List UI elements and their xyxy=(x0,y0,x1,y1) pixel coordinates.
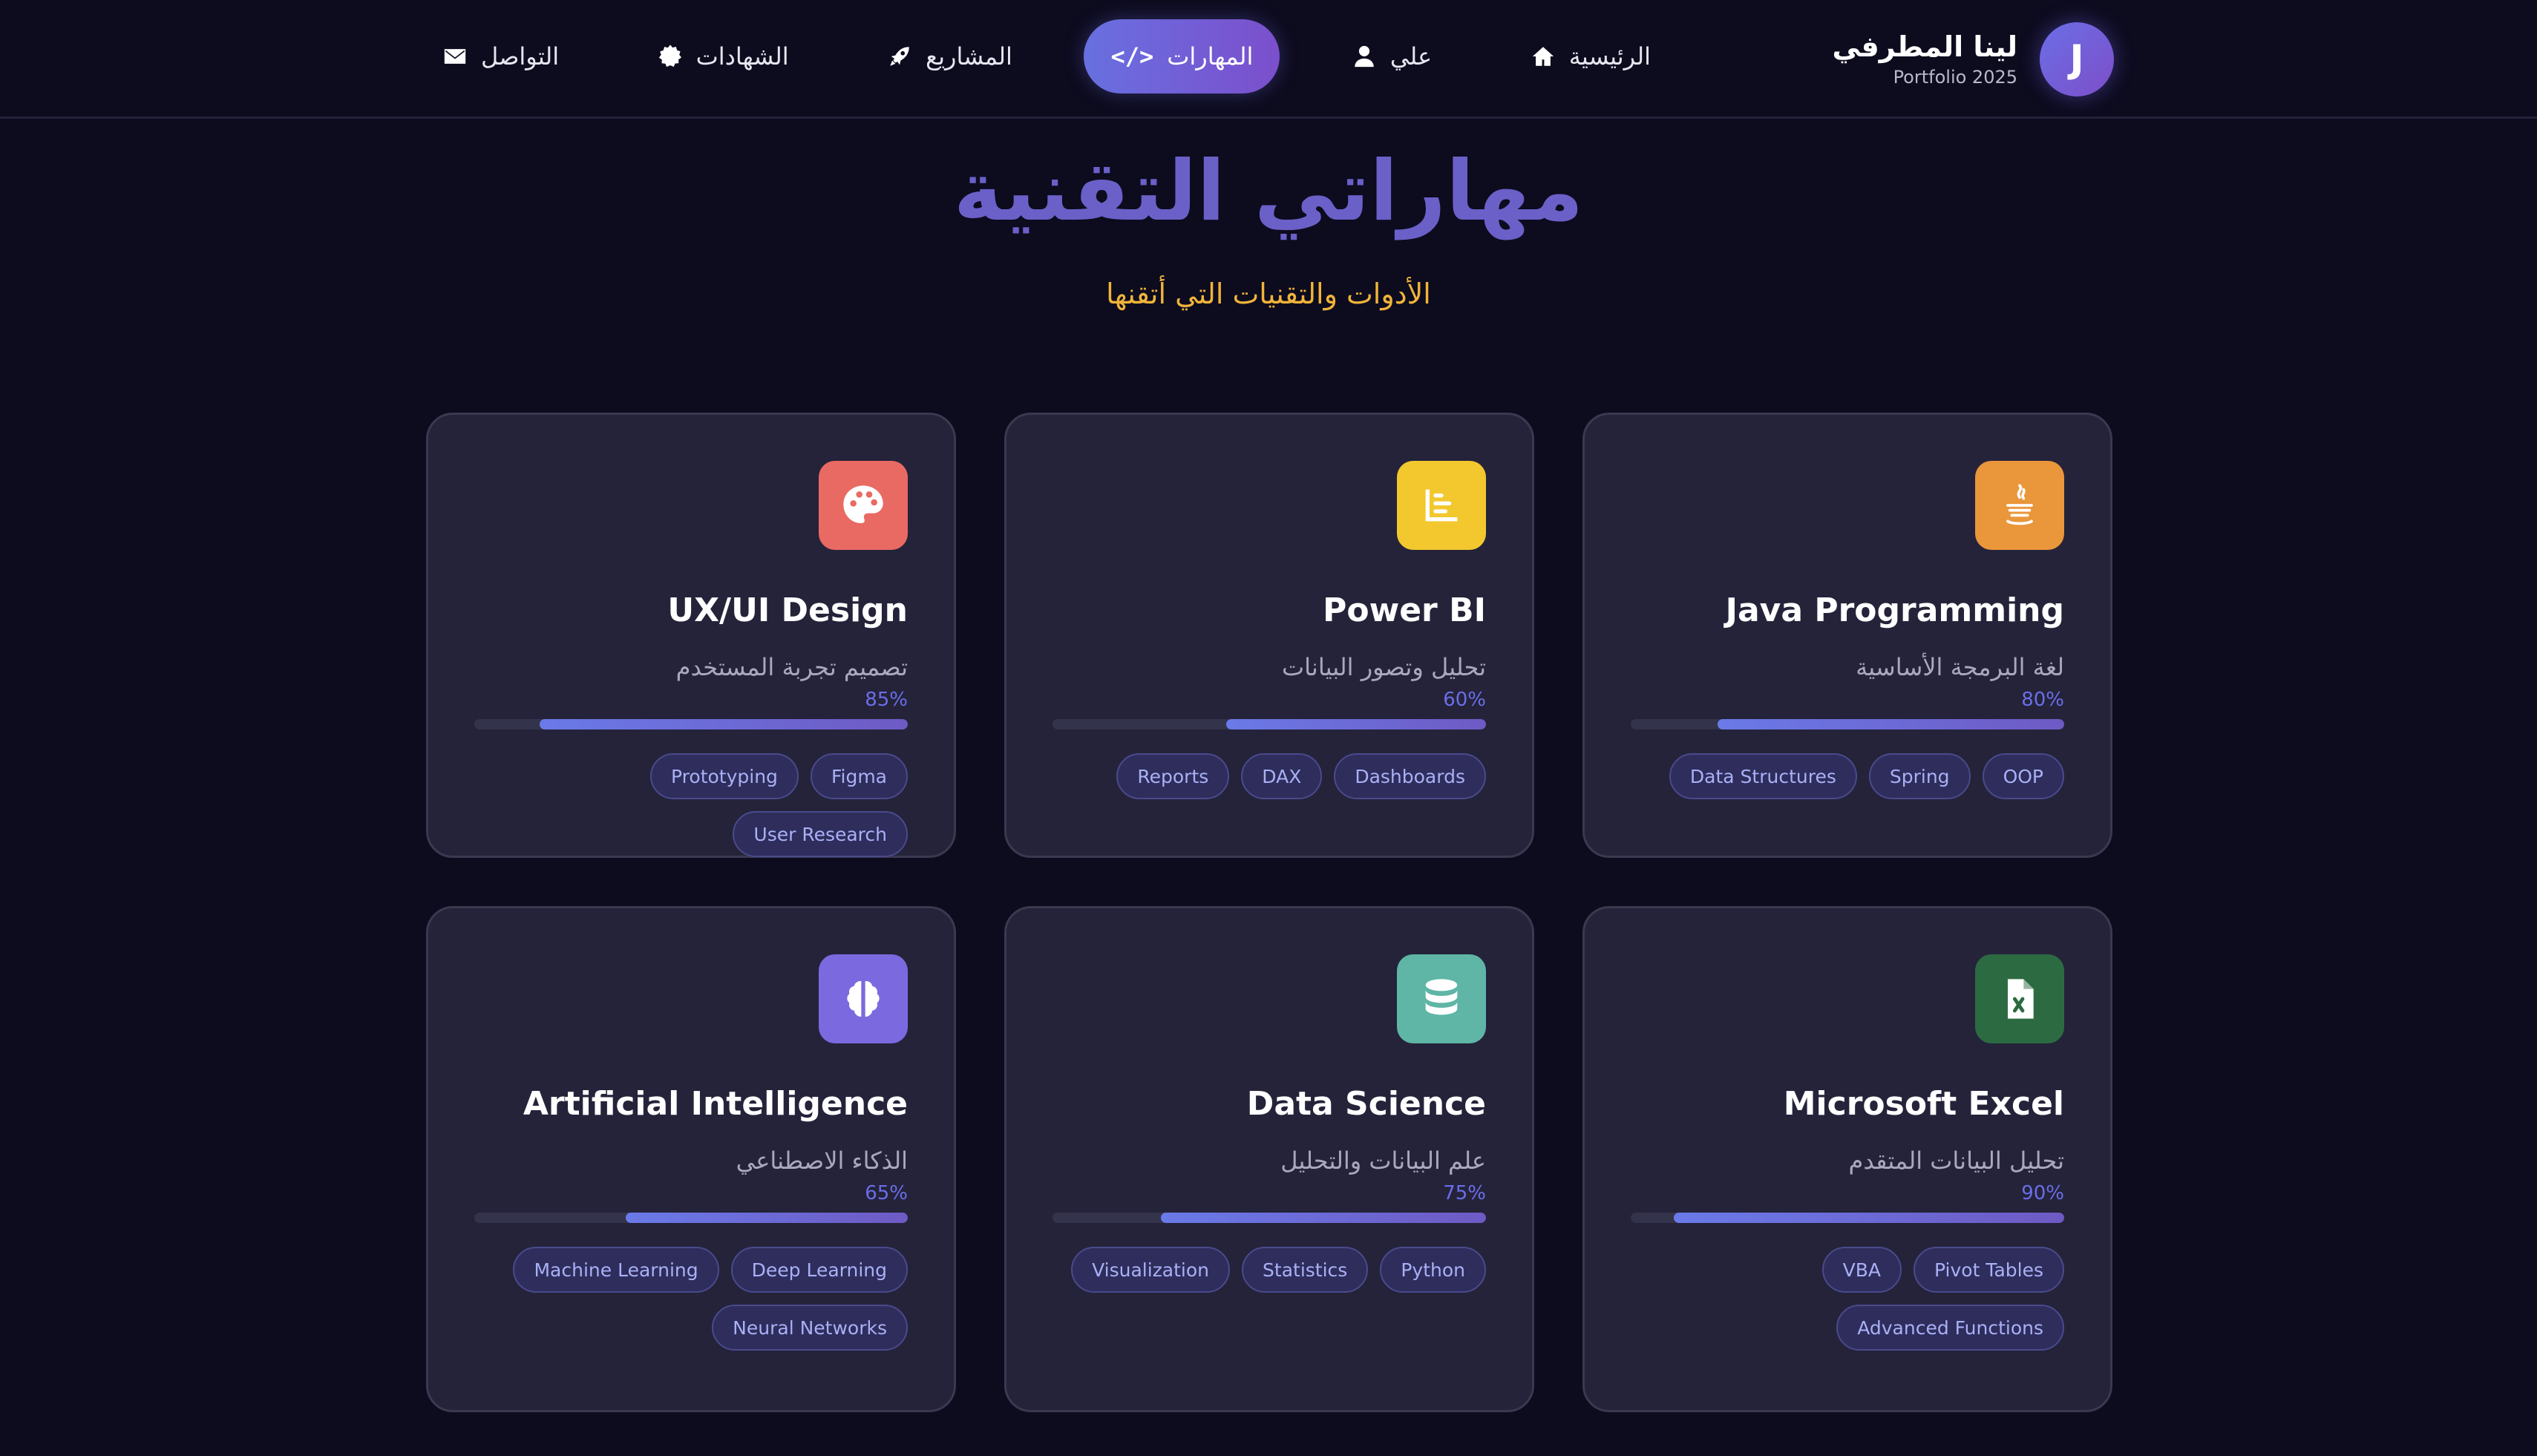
nav-item-projects[interactable]: المشاريع xyxy=(860,19,1039,94)
section-title: مهاراتي التقنية xyxy=(953,143,1584,240)
skill-title: Java Programming xyxy=(1725,591,2064,629)
home-icon xyxy=(1532,47,1554,66)
palette-icon xyxy=(819,461,908,550)
skill-tag: OOP xyxy=(1982,753,2064,799)
skill-tag: Data Structures xyxy=(1669,753,1857,799)
skills-grid: Java Programming لغة البرمجة الأساسية 80… xyxy=(426,413,2112,1412)
skill-progress-bar xyxy=(474,719,908,729)
skill-progress-bar xyxy=(1631,1213,2064,1223)
skill-tags: Dashboards DAX Reports xyxy=(1053,753,1486,799)
rocket-icon xyxy=(890,47,909,66)
skill-progress-bar xyxy=(474,1213,908,1223)
skill-percent: 60% xyxy=(1443,689,1486,711)
skill-tag: Pivot Tables xyxy=(1914,1247,2064,1293)
skill-tag: Deep Learning xyxy=(730,1247,908,1293)
nav-item-certificates[interactable]: الشهادات xyxy=(631,19,816,94)
skill-percent: 75% xyxy=(1443,1182,1486,1204)
nav-item-skills[interactable]: </> المهارات xyxy=(1084,19,1280,94)
java-icon xyxy=(1975,461,2064,550)
skill-percent: 90% xyxy=(2021,1182,2064,1204)
skill-tags: Pivot Tables VBA Advanced Functions xyxy=(1631,1247,2064,1351)
skill-tags: OOP Spring Data Structures xyxy=(1631,753,2064,799)
skill-tag: Machine Learning xyxy=(513,1247,719,1293)
skill-description: تصميم تجربة المستخدم xyxy=(675,653,908,681)
skill-tag: Visualization xyxy=(1071,1247,1231,1293)
chart-icon xyxy=(1397,461,1486,550)
skill-percent: 80% xyxy=(2021,689,2064,711)
skill-progress-bar xyxy=(1053,1213,1486,1223)
brand-avatar: J xyxy=(2040,22,2114,96)
skill-tag: Prototyping xyxy=(650,753,799,799)
skill-card-excel[interactable]: Microsoft Excel تحليل البيانات المتقدم 9… xyxy=(1582,906,2112,1412)
certificate-icon xyxy=(658,45,681,68)
skill-card-uxui[interactable]: UX/UI Design تصميم تجربة المستخدم 85% Fi… xyxy=(426,413,956,858)
skill-percent: 85% xyxy=(865,689,908,711)
skill-title: Power BI xyxy=(1323,591,1486,629)
brain-icon xyxy=(819,954,908,1043)
skill-tag: Figma xyxy=(810,753,908,799)
skill-description: تحليل البيانات المتقدم xyxy=(1848,1147,2064,1175)
nav-item-home[interactable]: الرئيسية xyxy=(1504,19,1677,94)
skill-tag: Spring xyxy=(1868,753,1971,799)
skill-description: الذكاء الاصطناعي xyxy=(736,1147,908,1175)
skill-title: Data Science xyxy=(1246,1085,1486,1123)
top-navbar: J لينا المطرفي Portfolio 2025 الرئيسية ع… xyxy=(0,0,2537,119)
skill-description: لغة البرمجة الأساسية xyxy=(1856,653,2064,681)
skill-title: Microsoft Excel xyxy=(1783,1085,2064,1123)
section-subtitle: الأدوات والتقنيات التي أتقنها xyxy=(1106,278,1431,310)
skill-tags: Deep Learning Machine Learning Neural Ne… xyxy=(474,1247,908,1351)
skill-card-ai[interactable]: Artificial Intelligence الذكاء الاصطناعي… xyxy=(426,906,956,1412)
main-nav: الرئيسية علي </> المهارات المشاريع الشها… xyxy=(416,18,1677,95)
brand-text: لينا المطرفي Portfolio 2025 xyxy=(1832,29,2017,90)
skill-tag: Reports xyxy=(1116,753,1230,799)
skill-progress-bar xyxy=(1631,719,2064,729)
skill-title: Artificial Intelligence xyxy=(523,1085,908,1123)
skill-tags: Figma Prototyping User Research xyxy=(474,753,908,857)
skill-tag: Advanced Functions xyxy=(1836,1305,2064,1351)
brand-name: لينا المطرفي xyxy=(1832,30,2017,63)
skill-percent: 65% xyxy=(865,1182,908,1204)
nav-label-certificates: الشهادات xyxy=(695,42,789,70)
nav-label-skills: المهارات xyxy=(1167,42,1254,70)
skill-description: علم البيانات والتحليل xyxy=(1280,1147,1486,1175)
nav-label-about: علي xyxy=(1389,42,1433,70)
skill-title: UX/UI Design xyxy=(667,591,908,629)
skill-tag: DAX xyxy=(1241,753,1323,799)
database-icon xyxy=(1397,954,1486,1043)
skill-card-powerbi[interactable]: Power BI تحليل وتصور البيانات 60% Dashbo… xyxy=(1004,413,1534,858)
skill-progress-fill xyxy=(539,719,908,729)
skill-tag: User Research xyxy=(733,811,908,857)
envelope-icon xyxy=(444,49,466,64)
skill-tag: Python xyxy=(1380,1247,1486,1293)
nav-label-home: الرئيسية xyxy=(1568,42,1651,70)
nav-label-projects: المشاريع xyxy=(926,42,1012,70)
brand-subtitle: Portfolio 2025 xyxy=(1893,67,2017,88)
skill-progress-fill xyxy=(1225,719,1486,729)
skill-tag: Dashboards xyxy=(1334,753,1486,799)
skill-tags: Python Statistics Visualization xyxy=(1053,1247,1486,1293)
skill-tag: Neural Networks xyxy=(712,1305,908,1351)
skill-progress-fill xyxy=(626,1213,908,1223)
excel-file-icon xyxy=(1975,954,2064,1043)
skill-card-data-science[interactable]: Data Science علم البيانات والتحليل 75% P… xyxy=(1004,906,1534,1412)
skill-progress-bar xyxy=(1053,719,1486,729)
user-icon xyxy=(1355,45,1374,68)
skill-progress-fill xyxy=(1717,719,2064,729)
brand[interactable]: J لينا المطرفي Portfolio 2025 xyxy=(1832,21,2114,98)
skill-card-java[interactable]: Java Programming لغة البرمجة الأساسية 80… xyxy=(1582,413,2112,858)
nav-item-about[interactable]: علي xyxy=(1325,19,1459,94)
skill-description: تحليل وتصور البيانات xyxy=(1282,653,1486,681)
skill-tag: VBA xyxy=(1821,1247,1902,1293)
skill-progress-fill xyxy=(1161,1213,1486,1223)
skill-progress-fill xyxy=(1674,1213,2064,1223)
code-icon: </> xyxy=(1110,42,1154,70)
skill-tag: Statistics xyxy=(1242,1247,1369,1293)
nav-label-contact: التواصل xyxy=(481,42,560,70)
nav-item-contact[interactable]: التواصل xyxy=(416,19,586,94)
